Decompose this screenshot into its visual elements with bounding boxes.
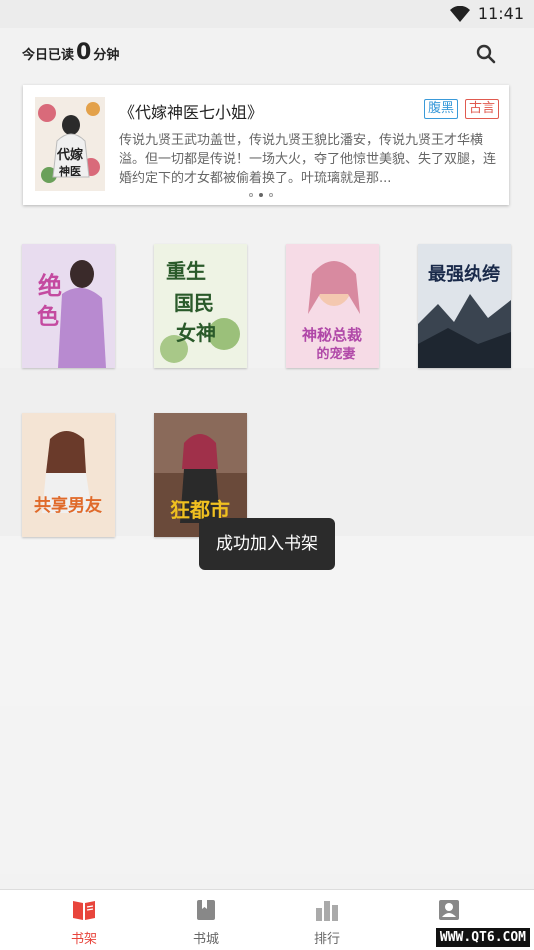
status-bar: 11:41 [0, 0, 534, 28]
svg-text:代嫁: 代嫁 [56, 147, 83, 163]
carousel-dot [249, 193, 253, 197]
carousel-indicator [249, 193, 273, 197]
bookshelf-icon [73, 901, 95, 920]
carousel-dot-active [259, 193, 263, 197]
tab-label: 书城 [192, 932, 219, 947]
reading-prefix: 今日已读 [22, 48, 75, 63]
profile-icon [439, 900, 459, 920]
svg-text:重生: 重生 [166, 259, 206, 283]
recommend-title: 《代嫁神医七小姐》 [119, 103, 264, 122]
recommend-card[interactable]: 代嫁 神医 《代嫁神医七小姐》 腹黑 古言 传说九贤王武功盖世，传说九贤王貌比潘… [23, 85, 509, 205]
toast-message: 成功加入书架 [199, 518, 335, 570]
reading-minutes: 0 [76, 40, 92, 65]
tab-ranking[interactable]: 排行 [282, 890, 372, 950]
book-cover[interactable]: 共享男友 [22, 413, 115, 537]
book-cover[interactable]: 重生 国民 女神 [154, 244, 247, 368]
watermark: WWW.QT6.COM [435, 928, 530, 947]
tab-label: 书架 [70, 932, 97, 947]
bookstore-icon [197, 900, 215, 920]
svg-text:共享男友: 共享男友 [34, 495, 102, 516]
tag-badge: 古言 [465, 99, 500, 119]
shelf-row-background [0, 706, 534, 874]
tab-bookshelf[interactable]: 书架 [39, 890, 129, 950]
svg-text:神医: 神医 [59, 164, 81, 178]
tab-label: 排行 [313, 932, 340, 947]
recommend-description: 传说九贤王武功盖世，传说九贤王貌比潘安，传说九贤王才华横溢。但一切都是传说！一场… [119, 133, 497, 186]
svg-text:最强纨绔: 最强纨绔 [428, 263, 500, 285]
svg-text:的宠妻: 的宠妻 [316, 346, 355, 362]
search-icon[interactable] [474, 42, 498, 66]
tab-bookstore[interactable]: 书城 [161, 890, 251, 950]
header: 今日已读 0 分钟 [0, 28, 534, 84]
wifi-icon [450, 6, 470, 22]
book-cover[interactable]: 绝 色 [22, 244, 115, 368]
svg-text:国民: 国民 [174, 291, 214, 315]
svg-text:神秘总裁: 神秘总裁 [302, 326, 362, 344]
book-cover[interactable]: 神秘总裁 的宠妻 [286, 244, 379, 368]
svg-text:色: 色 [37, 304, 59, 330]
book-cover[interactable]: 最强纨绔 [418, 244, 511, 368]
reading-stat: 今日已读 0 分钟 [22, 40, 120, 65]
carousel-dot [269, 193, 273, 197]
tag-badge: 腹黑 [424, 99, 459, 119]
svg-text:绝: 绝 [38, 271, 62, 300]
status-time: 11:41 [477, 4, 524, 23]
reading-suffix: 分钟 [93, 48, 120, 63]
ranking-icon [316, 901, 338, 921]
recommend-book-cover: 代嫁 神医 [35, 97, 105, 191]
svg-text:女神: 女神 [176, 321, 216, 345]
